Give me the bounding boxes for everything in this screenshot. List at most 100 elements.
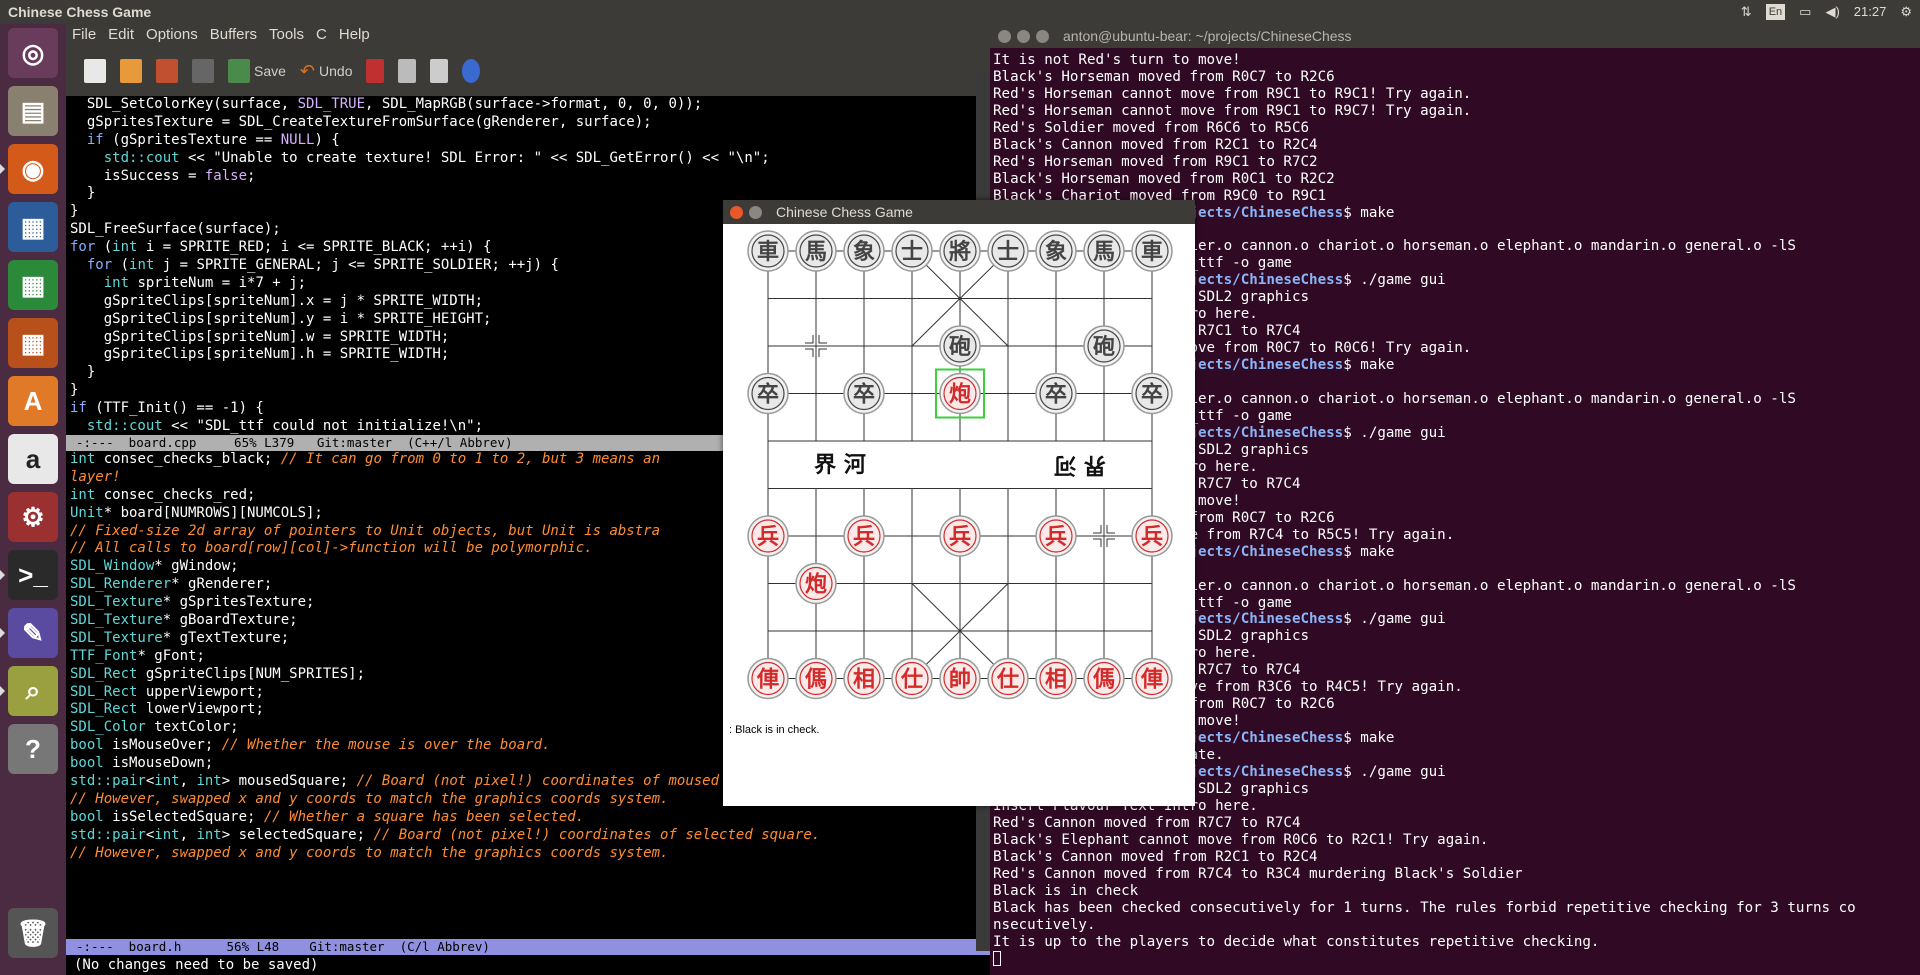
- piece-label: 炮: [949, 382, 971, 408]
- trash-icon[interactable]: 🗑: [8, 908, 58, 958]
- writer-icon[interactable]: ▦: [8, 202, 58, 252]
- terminal-line: Black's Horseman moved from R0C7 to R2C6: [993, 68, 1335, 85]
- settings-icon[interactable]: ⚙: [8, 492, 58, 542]
- volume-icon[interactable]: ◀): [1825, 0, 1839, 24]
- terminal-line: Black's Cannon moved from R2C1 to R2C4: [993, 848, 1318, 865]
- dired-icon[interactable]: [156, 59, 178, 83]
- copy-icon[interactable]: [398, 59, 417, 83]
- close-icon[interactable]: [998, 29, 1011, 43]
- terminal-icon[interactable]: >_: [0, 550, 58, 600]
- river-label-left: 界 河: [814, 453, 866, 478]
- chess-titlebar: Chinese Chess Game: [723, 200, 1195, 224]
- minibuffer[interactable]: (No changes need to be saved): [66, 955, 990, 975]
- clock[interactable]: 21:27: [1854, 0, 1887, 24]
- piece-label: 炮: [805, 572, 827, 598]
- piece-label: 砲: [949, 334, 971, 360]
- search-icon[interactable]: [462, 59, 481, 83]
- piece-label: 仕: [996, 668, 1019, 693]
- piece-label: 車: [1141, 240, 1163, 265]
- launcher: ◎ ▤ ◉ ▦ ▦ ▦ A a ⚙ >_ ✎ ⌕ ? 🗑: [0, 24, 66, 975]
- menu-edit[interactable]: Edit: [108, 24, 134, 46]
- menu-options[interactable]: Options: [146, 24, 198, 46]
- minimize-icon[interactable]: [749, 205, 762, 219]
- close-icon[interactable]: [730, 205, 743, 219]
- firefox-icon[interactable]: ◉: [0, 144, 58, 194]
- terminal-cursor: [993, 950, 1916, 971]
- terminal-line: Red's Horseman cannot move from R9C1 to …: [993, 85, 1472, 102]
- piece-label: 傌: [805, 668, 827, 693]
- save-icon: [228, 59, 250, 83]
- code-line: // However, swapped x and y coords to ma…: [70, 844, 669, 861]
- gear-icon[interactable]: ⚙: [1900, 0, 1912, 24]
- modeline-board-h: -:--- board.h 56% L48 Git:master (C/l Ab…: [66, 939, 990, 955]
- chess-board[interactable]: 界 河界 河車馬象士將士象馬車砲 砲卒卒炮卒卒兵兵兵兵兵炮俥傌相仕帥仕相傌俥: [723, 224, 1195, 744]
- viewer-icon[interactable]: ⌕: [0, 666, 58, 716]
- code-line: std::cout << "Unable to create texture! …: [103, 149, 770, 166]
- piece-label: 砲: [1093, 334, 1115, 360]
- keyboard-layout-indicator[interactable]: En: [1765, 4, 1786, 20]
- game-status-text: : Black is in check.: [729, 724, 820, 736]
- terminal-line: Black is in check: [993, 882, 1139, 899]
- chess-window: Chinese Chess Game 界 河界 河車馬象士將士象馬車砲砲卒卒炮卒…: [723, 200, 1195, 806]
- ubuntu-icon[interactable]: ◎: [8, 28, 58, 78]
- piece-label: 將: [949, 240, 971, 265]
- piece-label: 兵: [757, 525, 779, 550]
- files-icon[interactable]: ▤: [8, 86, 58, 136]
- piece-label: 士: [901, 240, 923, 265]
- terminal-line: Red's Soldier moved from R6C6 to R5C6: [993, 119, 1310, 136]
- piece-label: 卒: [757, 382, 779, 408]
- impress-icon[interactable]: ▦: [8, 318, 58, 368]
- piece-label: 卒: [1141, 382, 1163, 408]
- new-file-icon[interactable]: [84, 59, 106, 83]
- minimize-icon[interactable]: [1017, 29, 1030, 43]
- terminal-titlebar: anton@ubuntu-bear: ~/projects/ChineseChe…: [990, 24, 1920, 48]
- battery-icon[interactable]: ▭: [1799, 0, 1811, 24]
- maximize-icon[interactable]: [1036, 29, 1049, 43]
- menu-help[interactable]: Help: [339, 24, 370, 46]
- save-button[interactable]: Save: [228, 59, 286, 83]
- piece-label: 兵: [853, 525, 875, 550]
- position-marker: [1106, 525, 1115, 534]
- piece-label: 卒: [1045, 382, 1067, 408]
- piece-label: 俥: [756, 667, 779, 693]
- code-line: SDL_SetColorKey(surface, SDL_TRUE, SDL_M…: [70, 96, 703, 112]
- terminal-line: Black's Cannon moved from R2C1 to R2C4: [993, 136, 1318, 153]
- open-folder-icon[interactable]: [120, 59, 142, 83]
- terminal-line: Black's Elephant cannot move from R0C6 t…: [993, 831, 1489, 848]
- piece-label: 象: [1045, 239, 1067, 265]
- position-marker: [818, 335, 827, 344]
- menu-c[interactable]: C: [316, 24, 327, 46]
- menu-tools[interactable]: Tools: [269, 24, 304, 46]
- undo-button[interactable]: ↶ Undo: [300, 61, 353, 82]
- code-line: isSuccess = false;: [70, 167, 256, 184]
- position-marker: [1106, 538, 1115, 547]
- terminal-line: Red's Horseman cannot move from R9C1 to …: [993, 102, 1472, 119]
- close-icon[interactable]: [192, 59, 214, 83]
- piece-label: 仕: [900, 668, 923, 693]
- system-tray: ⇅ En ▭ ◀) 21:27 ⚙: [1741, 0, 1912, 24]
- piece-label: 車: [757, 240, 779, 265]
- amazon-icon[interactable]: a: [8, 434, 58, 484]
- editor-icon[interactable]: ✎: [0, 608, 58, 658]
- piece-label: 卒: [853, 382, 875, 408]
- piece-label: 帥: [949, 667, 971, 693]
- terminal-line: Black has been checked consecutively for…: [993, 899, 1856, 916]
- toolbar: Save ↶ Undo: [66, 46, 990, 96]
- position-marker: [1093, 525, 1102, 534]
- cut-icon[interactable]: [366, 59, 385, 83]
- piece-label: 相: [853, 668, 875, 693]
- calc-icon[interactable]: ▦: [8, 260, 58, 310]
- menu-file[interactable]: File: [72, 24, 96, 46]
- network-icon[interactable]: ⇅: [1741, 0, 1752, 24]
- software-center-icon[interactable]: A: [8, 376, 58, 426]
- piece-label: 兵: [1141, 525, 1163, 550]
- river-label-right: 界 河: [1054, 452, 1106, 477]
- top-panel: Chinese Chess Game ⇅ En ▭ ◀) 21:27 ⚙: [0, 0, 1920, 24]
- active-window-title: Chinese Chess Game: [8, 4, 152, 20]
- piece-label: 俥: [1140, 667, 1163, 693]
- position-marker: [818, 348, 827, 357]
- position-marker: [805, 335, 814, 344]
- paste-icon[interactable]: [430, 59, 449, 83]
- menu-buffers[interactable]: Buffers: [210, 24, 257, 46]
- help-icon[interactable]: ?: [8, 724, 58, 774]
